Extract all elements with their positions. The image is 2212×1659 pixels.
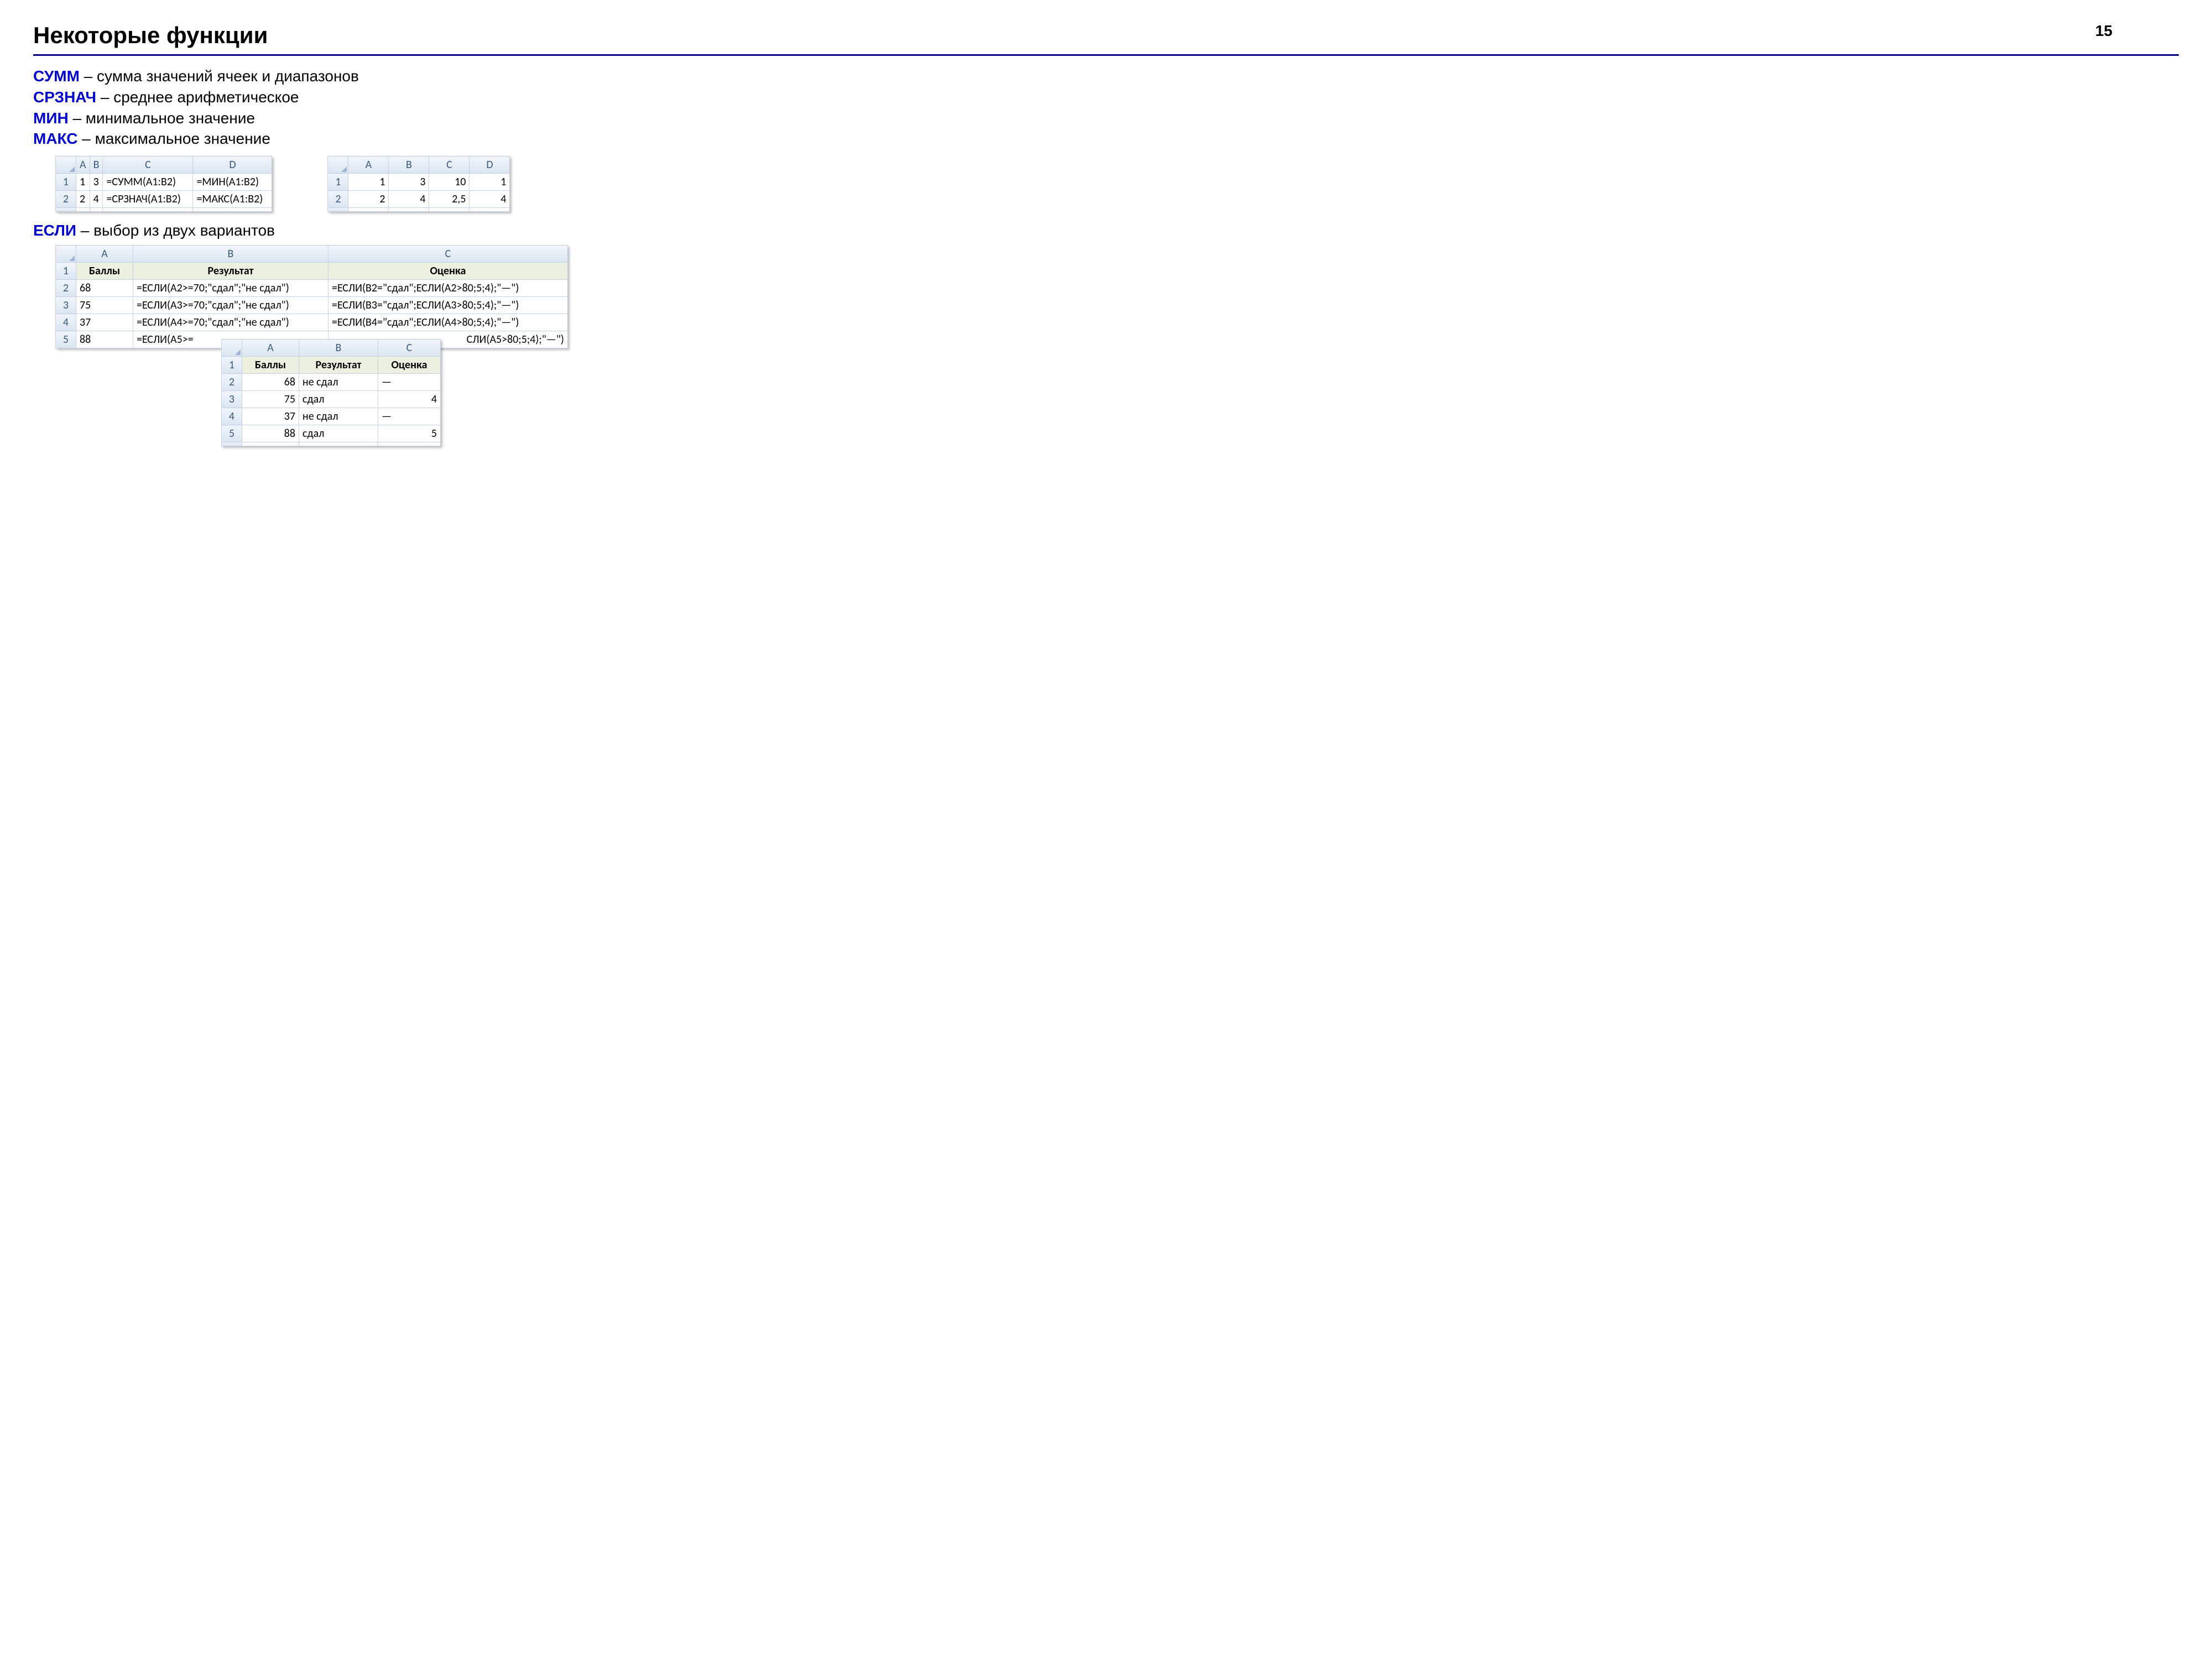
cell: 37 — [76, 314, 133, 331]
cell: 1 — [469, 174, 510, 191]
row-header: 4 — [56, 314, 76, 331]
cell: =ЕСЛИ(B4="сдал";ЕСЛИ(A4>80;5;4);"—") — [328, 314, 568, 331]
func-min: МИН — [33, 109, 69, 127]
row-header: 4 — [222, 408, 242, 425]
cell: 2,5 — [429, 191, 469, 208]
row-header: 2 — [56, 280, 76, 297]
func-sum: СУММ — [33, 67, 80, 85]
cell: Баллы — [76, 263, 133, 280]
cell: Результат — [299, 357, 378, 374]
cell: не сдал — [299, 374, 378, 391]
func-sum-desc: – сумма значений ячеек и диапазонов — [80, 67, 359, 85]
col-header: C — [103, 156, 193, 174]
cell: — — [378, 374, 441, 391]
cell: 1 — [76, 174, 90, 191]
row-header — [56, 208, 76, 212]
cell: 68 — [76, 280, 133, 297]
col-header: D — [469, 156, 510, 174]
cell: 10 — [429, 174, 469, 191]
cell: 88 — [242, 425, 299, 442]
cell: не сдал — [299, 408, 378, 425]
definitions-block: СУММ – сумма значений ячеек и диапазонов… — [33, 66, 2179, 149]
col-header: B — [299, 340, 378, 357]
row-header — [328, 208, 348, 212]
func-max-desc: – максимальное значение — [78, 130, 270, 147]
cell: 3 — [389, 174, 429, 191]
cell: =ЕСЛИ(A2>=70;"сдал";"не сдал") — [133, 280, 328, 297]
col-header: B — [133, 246, 328, 263]
cell: =ЕСЛИ(B2="сдал";ЕСЛИ(A2>80;5;4);"—") — [328, 280, 568, 297]
col-header: C — [378, 340, 441, 357]
row-header: 2 — [56, 191, 76, 208]
col-header: B — [389, 156, 429, 174]
cell: 4 — [378, 391, 441, 408]
corner-cell — [56, 156, 76, 174]
row-header: 1 — [56, 174, 76, 191]
col-header: A — [242, 340, 299, 357]
row-header: 1 — [56, 263, 76, 280]
cell: сдал — [299, 391, 378, 408]
row-header: 1 — [328, 174, 348, 191]
cell: 75 — [76, 297, 133, 314]
col-header: A — [76, 156, 90, 174]
cell: =СУММ(A1:B2) — [103, 174, 193, 191]
cell: сдал — [299, 425, 378, 442]
formulas-table-basic: A B C D 1 1 3 =СУММ(A1:B2) =МИН(A1:B2) 2… — [55, 156, 272, 212]
cell: =ЕСЛИ(B3="сдал";ЕСЛИ(A3>80;5;4);"—") — [328, 297, 568, 314]
func-if: ЕСЛИ — [33, 222, 76, 239]
cell: 37 — [242, 408, 299, 425]
cell: 2 — [348, 191, 389, 208]
cell: 75 — [242, 391, 299, 408]
row-header: 2 — [328, 191, 348, 208]
row-header: 2 — [222, 374, 242, 391]
title-rule — [33, 54, 2179, 56]
cell: =МИН(A1:B2) — [193, 174, 272, 191]
cell: 4 — [469, 191, 510, 208]
page-title: Некоторые функции — [33, 22, 268, 49]
cell: =СРЗНАЧ(A1:B2) — [103, 191, 193, 208]
row-header: 1 — [222, 357, 242, 374]
cell: Результат — [133, 263, 328, 280]
func-min-desc: – минимальное значение — [69, 109, 255, 127]
col-header: D — [193, 156, 272, 174]
cell: 2 — [76, 191, 90, 208]
cell: — — [378, 408, 441, 425]
corner-cell — [222, 340, 242, 357]
func-if-desc: – выбор из двух вариантов — [76, 222, 275, 239]
cell: 4 — [389, 191, 429, 208]
cell: =МАКС(A1:B2) — [193, 191, 272, 208]
cell: 5 — [378, 425, 441, 442]
col-header: C — [328, 246, 568, 263]
row-header: 5 — [56, 331, 76, 348]
col-header: A — [348, 156, 389, 174]
cell: 88 — [76, 331, 133, 348]
cell: 68 — [242, 374, 299, 391]
cell: =ЕСЛИ(A3>=70;"сдал";"не сдал") — [133, 297, 328, 314]
corner-cell — [56, 246, 76, 263]
col-header: C — [429, 156, 469, 174]
func-avg-desc: – среднее арифметическое — [96, 88, 299, 106]
cell: =ЕСЛИ(A4>=70;"сдал";"не сдал") — [133, 314, 328, 331]
func-max: МАКС — [33, 130, 78, 147]
page-number: 15 — [2095, 22, 2112, 40]
if-formulas-table: A B C 1 Баллы Результат Оценка 2 68 =ЕСЛ… — [55, 245, 568, 348]
col-header: A — [76, 246, 133, 263]
cell: 4 — [90, 191, 103, 208]
cell: Оценка — [328, 263, 568, 280]
row-header: 3 — [56, 297, 76, 314]
if-results-table: A B C 1 Баллы Результат Оценка 2 68 не с… — [221, 339, 441, 446]
func-avg: СРЗНАЧ — [33, 88, 96, 106]
cell: 3 — [90, 174, 103, 191]
results-table-basic: A B C D 1 1 3 10 1 2 2 4 2,5 4 — [327, 156, 510, 212]
row-header: 3 — [222, 391, 242, 408]
cell: Оценка — [378, 357, 441, 374]
row-header: 5 — [222, 425, 242, 442]
col-header: B — [90, 156, 103, 174]
cell: 1 — [348, 174, 389, 191]
if-subhead: ЕСЛИ – выбор из двух вариантов — [33, 222, 2179, 239]
row-header — [222, 442, 242, 446]
corner-cell — [328, 156, 348, 174]
cell: Баллы — [242, 357, 299, 374]
